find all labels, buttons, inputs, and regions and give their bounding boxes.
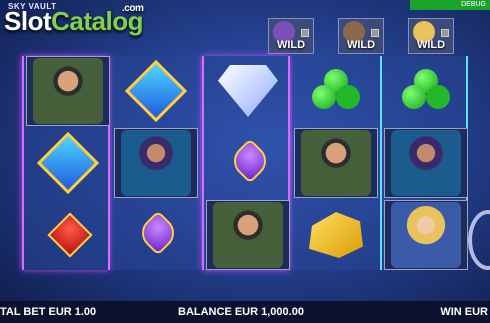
woman-with-goggles-icon [391,130,461,196]
symbol-cell [26,128,110,198]
watermark: SlotCatalog .com [4,3,144,37]
symbol-cell [384,128,468,198]
symbol-cell [294,128,378,198]
symbol-cell [114,56,198,126]
reel-4 [292,56,380,270]
debug-bar: DEBUG [410,0,490,10]
wild-indicator: WILD [268,18,314,54]
spin-button[interactable] [468,210,490,270]
wild-indicator-row: WILD WILD WILD [268,18,454,54]
blue-diamond-suit-icon [36,131,100,195]
square-icon [371,29,379,37]
symbol-cell [384,200,468,270]
blue-diamond-suit-icon [124,59,188,123]
man-with-beanie-icon [33,58,103,124]
symbol-cell [206,56,290,126]
purple-spade-suit-icon [226,141,270,185]
watermark-part1: Slot [4,6,52,36]
green-club-suit-icon [312,67,360,115]
wild-label: WILD [276,39,306,51]
symbol-cell [206,200,290,270]
reel-5 [380,56,468,270]
purple-spade-suit-icon [134,213,178,257]
woman-with-goggles-icon [121,130,191,196]
white-diamond-icon [218,65,278,117]
symbol-cell [114,200,198,270]
red-heart-suit-icon [46,215,90,255]
green-club-suit-icon [402,67,450,115]
footer-bar: TAL BET EUR 1.00 BALANCE EUR 1,000.00 WI… [0,301,490,323]
win: WIN EUR [440,306,488,318]
wild-indicator: WILD [408,18,454,54]
reel-1 [22,56,110,270]
wild-label: WILD [346,39,376,51]
symbol-cell [26,200,110,270]
symbol-cell [294,56,378,126]
symbol-cell [384,56,468,126]
symbol-cell [26,56,110,126]
symbol-cell [206,128,290,198]
square-icon [301,29,309,37]
man-with-beanie-icon [213,202,283,268]
square-icon [441,29,449,37]
reel-3 [202,56,290,270]
symbol-cell [114,128,198,198]
man-with-beanie-icon [301,130,371,196]
wild-indicator: WILD [338,18,384,54]
gold-bars-icon [309,212,363,258]
reel-2 [112,56,200,270]
total-bet: TAL BET EUR 1.00 [0,306,97,318]
balance: BALANCE EUR 1,000.00 [178,306,304,318]
watermark-part3: .com [122,3,144,14]
reel-grid [22,56,468,270]
symbol-cell [294,200,378,270]
wild-label: WILD [416,39,446,51]
blonde-woman-icon [391,202,461,268]
